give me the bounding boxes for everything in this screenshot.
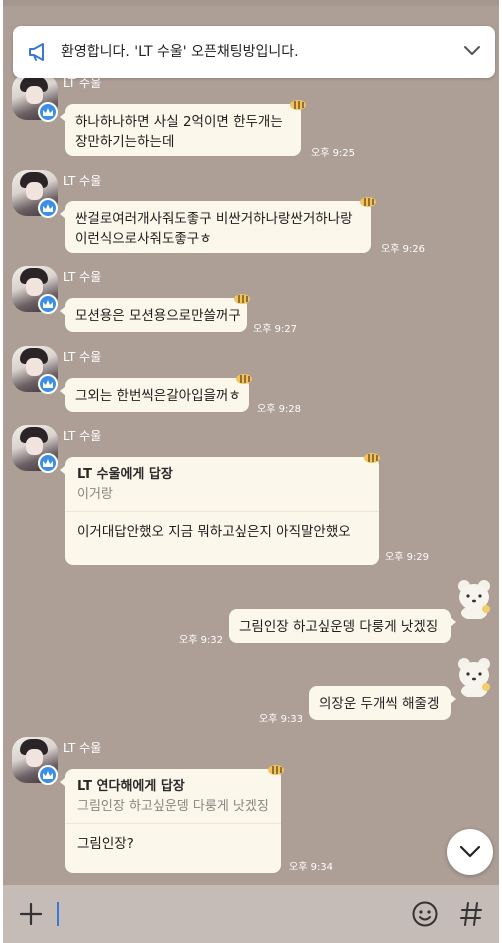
reply-quote: 그림인장 하고싶운뎅 다룽게 낫겠징 (77, 799, 269, 814)
sender-name: LT 수울 (63, 741, 102, 755)
bee-sticker-icon (268, 765, 284, 775)
message-time: 오후 9:34 (289, 862, 334, 873)
message-text: 이런식으로사줘도좋구ㅎ (75, 231, 212, 247)
message-bubble[interactable]: 그외는 한번씩은갈아입을꺼ㅎ (60, 378, 249, 412)
bee-sticker-icon (236, 374, 252, 384)
crown-badge-icon (38, 294, 58, 314)
sender-name: LT 수울 (63, 350, 102, 364)
chevron-down-icon (459, 845, 481, 858)
avatar[interactable] (12, 737, 58, 785)
message-time: 오후 9:26 (381, 244, 426, 255)
message-bubble[interactable]: 싼걸로여러개사줘도좋구 비싼거하나랑싼거하나랑 이런식으로사줘도좋구ㅎ (60, 201, 371, 253)
bear-profile-icon (458, 580, 490, 619)
message-bubble[interactable]: 하나하나하면 사실 2억이면 한두개는 장만하기는하는데 (60, 104, 301, 156)
reply-title: LT 연다해에게 답장 (77, 779, 185, 794)
bee-sticker-icon (234, 294, 250, 304)
scroll-to-bottom-button[interactable] (447, 829, 493, 875)
avatar[interactable] (12, 346, 58, 394)
message-time: 오후 9:28 (257, 404, 302, 415)
avatar[interactable] (12, 266, 58, 314)
notice-text: 환영합니다. 'LT 수울' 오픈채팅방입니다. (61, 44, 299, 60)
reply-header[interactable]: LT 수울에게 답장 이거랑 (65, 457, 379, 512)
message-text: 하나하나하면 사실 2억이면 한두개는 (75, 114, 283, 130)
chevron-down-icon[interactable] (463, 44, 481, 58)
avatar[interactable] (12, 74, 58, 122)
bee-sticker-icon (290, 100, 306, 110)
status-bar (3, 0, 499, 6)
sender-name: LT 수울 (63, 429, 102, 443)
sender-name: LT 수울 (63, 270, 102, 284)
crown-badge-icon (38, 765, 58, 785)
message-input-bar[interactable] (3, 885, 499, 943)
message-time: 오후 9:32 (179, 635, 224, 646)
crown-badge-icon (38, 198, 58, 218)
message-text: 모션용은 모션용으로만쓸꺼구 (75, 308, 241, 324)
chat-screen: 환영합니다. 'LT 수울' 오픈채팅방입니다. LT 수울 하나하나하면 사실… (3, 0, 499, 943)
reply-message-bubble[interactable]: LT 수울에게 답장 이거랑 이거대답안했오 지금 뭐하고싶은지 아직말안했오 (60, 457, 379, 565)
avatar[interactable] (12, 425, 58, 473)
message-text: 장만하기는하는데 (75, 134, 175, 150)
emoji-icon[interactable] (411, 900, 439, 928)
crown-badge-icon (38, 102, 58, 122)
message-time: 오후 9:25 (311, 148, 356, 159)
hash-icon[interactable] (459, 901, 483, 927)
plus-icon[interactable] (19, 902, 43, 926)
sender-name: LT 수울 (63, 174, 102, 188)
message-time: 오후 9:33 (259, 714, 304, 725)
bee-sticker-icon (364, 453, 380, 463)
message-time: 오후 9:29 (385, 552, 430, 563)
crown-badge-icon (38, 453, 58, 473)
my-message-bubble[interactable]: 의장운 두개씩 해줄겡 (309, 686, 456, 720)
my-message-bubble[interactable]: 그림인장 하고싶운뎅 다룽게 낫겠징 (229, 609, 456, 643)
message-text: 이거대답안했오 지금 뭐하고싶은지 아직말안했오 (77, 524, 351, 540)
message-text: 의장운 두개씩 해줄겡 (319, 696, 440, 712)
message-time: 오후 9:27 (253, 324, 298, 335)
notice-banner[interactable]: 환영합니다. 'LT 수울' 오픈채팅방입니다. (13, 26, 495, 78)
message-text: 그림인장 하고싶운뎅 다룽게 낫겠징 (239, 619, 439, 635)
avatar[interactable] (12, 170, 58, 218)
reply-quote: 이거랑 (77, 487, 113, 502)
message-text: 그외는 한번씩은갈아입을꺼ㅎ (75, 388, 241, 404)
message-text: 싼걸로여러개사줘도좋구 비싼거하나랑싼거하나랑 (75, 211, 353, 227)
message-text: 그림인장? (77, 836, 134, 852)
reply-header[interactable]: LT 연다해에게 답장 그림인장 하고싶운뎅 다룽게 낫겠징 (65, 769, 281, 824)
bee-sticker-icon (360, 197, 376, 207)
message-bubble[interactable]: 모션용은 모션용으로만쓸꺼구 (60, 298, 247, 332)
text-cursor[interactable] (57, 902, 59, 926)
crown-badge-icon (38, 374, 58, 394)
megaphone-icon (29, 43, 44, 61)
bear-profile-icon (458, 658, 490, 697)
reply-title: LT 수울에게 답장 (77, 467, 173, 482)
reply-message-bubble[interactable]: LT 연다해에게 답장 그림인장 하고싶운뎅 다룽게 낫겠징 그림인장? (60, 769, 281, 873)
